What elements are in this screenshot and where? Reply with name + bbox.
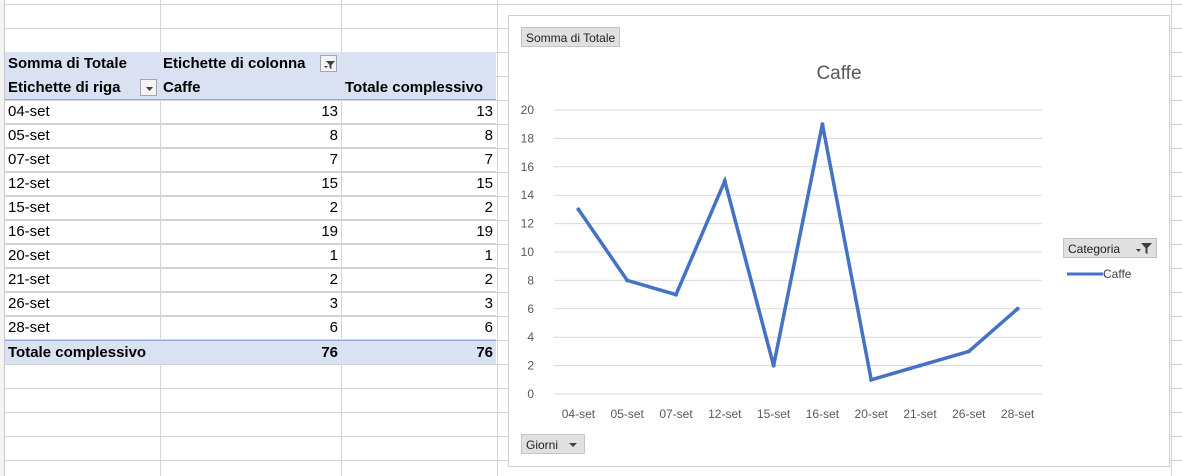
data-point[interactable] bbox=[869, 377, 874, 382]
caffe-value[interactable]: 3 bbox=[163, 292, 338, 316]
caffe-value[interactable]: 7 bbox=[163, 148, 338, 172]
pivot-subheader-row: Etichette di riga Caffe Totale complessi… bbox=[5, 76, 496, 100]
table-row[interactable]: 21-set 2 2 bbox=[5, 268, 496, 292]
table-row[interactable]: 07-set 7 7 bbox=[5, 148, 496, 172]
table-row[interactable]: 05-set 8 8 bbox=[5, 124, 496, 148]
chevron-down-icon bbox=[146, 87, 153, 91]
y-tick-label: 10 bbox=[521, 245, 535, 259]
y-tick-label: 14 bbox=[521, 188, 535, 202]
x-tick-label: 28-set bbox=[1001, 407, 1035, 421]
grand-total-label[interactable]: Totale complessivo bbox=[8, 341, 146, 365]
x-tick-label: 26-set bbox=[952, 407, 986, 421]
row-filter-button[interactable] bbox=[140, 79, 157, 96]
y-tick-label: 6 bbox=[527, 302, 534, 316]
table-row[interactable]: 26-set 3 3 bbox=[5, 292, 496, 316]
table-row[interactable]: 04-set 13 13 bbox=[5, 100, 496, 124]
x-tick-label: 05-set bbox=[611, 407, 645, 421]
legend-swatch bbox=[1067, 272, 1103, 276]
data-point[interactable] bbox=[625, 278, 630, 283]
x-tick-label: 15-set bbox=[757, 407, 791, 421]
axis-field-label: Giorni bbox=[526, 438, 559, 452]
y-tick-label: 4 bbox=[527, 330, 534, 344]
total-value[interactable]: 2 bbox=[345, 196, 493, 220]
data-point[interactable] bbox=[576, 207, 581, 212]
row-label[interactable]: 12-set bbox=[8, 172, 50, 196]
total-value[interactable]: 19 bbox=[345, 220, 493, 244]
measure-label[interactable]: Somma di Totale bbox=[8, 52, 127, 76]
y-tick-label: 0 bbox=[527, 387, 534, 401]
table-row[interactable]: 16-set 19 19 bbox=[5, 220, 496, 244]
x-tick-label: 16-set bbox=[806, 407, 840, 421]
column-header-caffe[interactable]: Caffe bbox=[163, 76, 201, 100]
row-label[interactable]: 05-set bbox=[8, 124, 50, 148]
row-label[interactable]: 20-set bbox=[8, 244, 50, 268]
legend-label-caffe[interactable]: Caffe bbox=[1103, 267, 1131, 281]
data-point[interactable] bbox=[674, 292, 678, 297]
data-point[interactable] bbox=[1015, 306, 1020, 311]
y-tick-label: 2 bbox=[527, 359, 534, 373]
total-value[interactable]: 6 bbox=[345, 316, 493, 340]
pivot-chart[interactable]: Somma di Totale Caffe 0 2 4 6 8 10 12 14 16 18 20 0… bbox=[508, 15, 1170, 467]
table-row[interactable]: 12-set 15 15 bbox=[5, 172, 496, 196]
table-row[interactable]: 20-set 1 1 bbox=[5, 244, 496, 268]
total-value[interactable]: 8 bbox=[345, 124, 493, 148]
row-label[interactable]: 07-set bbox=[8, 148, 50, 172]
column-labels-header[interactable]: Etichette di colonna bbox=[163, 52, 306, 76]
data-point[interactable] bbox=[918, 363, 922, 368]
axis-field-button[interactable]: Giorni bbox=[521, 434, 585, 454]
x-tick-label: 07-set bbox=[659, 407, 693, 421]
column-divider bbox=[1171, 0, 1172, 476]
table-row[interactable]: 15-set 2 2 bbox=[5, 196, 496, 220]
x-tick-label: 04-set bbox=[562, 407, 596, 421]
y-tick-label: 16 bbox=[521, 160, 535, 174]
x-tick-label: 20-set bbox=[855, 407, 889, 421]
caffe-value[interactable]: 13 bbox=[163, 100, 338, 124]
data-point[interactable] bbox=[966, 349, 971, 354]
grand-total-row[interactable]: Totale complessivo 76 76 bbox=[5, 340, 496, 364]
column-header-grand-total[interactable]: Totale complessivo bbox=[345, 76, 483, 100]
column-filter-button[interactable] bbox=[320, 55, 337, 72]
total-value[interactable]: 13 bbox=[345, 100, 493, 124]
x-tick-label: 21-set bbox=[903, 407, 937, 421]
filter-icon bbox=[1136, 243, 1152, 254]
pivot-header-row: Somma di Totale Etichette di colonna bbox=[5, 52, 496, 76]
total-value[interactable]: 1 bbox=[345, 244, 493, 268]
row-label[interactable]: 26-set bbox=[8, 292, 50, 316]
row-label[interactable]: 04-set bbox=[8, 100, 50, 124]
grand-total-caffe[interactable]: 76 bbox=[163, 341, 338, 365]
caffe-value[interactable]: 2 bbox=[163, 196, 338, 220]
grand-total-value[interactable]: 76 bbox=[345, 341, 493, 365]
caffe-value[interactable]: 1 bbox=[163, 244, 338, 268]
caffe-value[interactable]: 19 bbox=[163, 220, 338, 244]
row-label[interactable]: 21-set bbox=[8, 268, 50, 292]
pivot-table: Somma di Totale Etichette di colonna Eti… bbox=[5, 52, 496, 364]
x-tick-label: 12-set bbox=[708, 407, 742, 421]
total-value[interactable]: 15 bbox=[345, 172, 493, 196]
row-label[interactable]: 28-set bbox=[8, 316, 50, 340]
data-point[interactable] bbox=[722, 179, 727, 183]
caffe-value[interactable]: 2 bbox=[163, 268, 338, 292]
y-tick-label: 12 bbox=[521, 217, 535, 231]
chevron-down-icon bbox=[569, 443, 577, 447]
row-label[interactable]: 15-set bbox=[8, 196, 50, 220]
caffe-value[interactable]: 15 bbox=[163, 172, 338, 196]
column-divider bbox=[497, 0, 498, 476]
legend-field-label: Categoria bbox=[1068, 242, 1121, 256]
table-row[interactable]: 28-set 6 6 bbox=[5, 316, 496, 340]
y-tick-label: 8 bbox=[527, 273, 534, 287]
caffe-value[interactable]: 6 bbox=[163, 316, 338, 340]
total-value[interactable]: 3 bbox=[345, 292, 493, 316]
caffe-value[interactable]: 8 bbox=[163, 124, 338, 148]
data-point[interactable] bbox=[771, 363, 776, 368]
legend-field-button[interactable]: Categoria bbox=[1063, 238, 1157, 258]
filter-icon bbox=[324, 61, 335, 69]
y-tick-label: 18 bbox=[521, 131, 535, 145]
total-value[interactable]: 2 bbox=[345, 268, 493, 292]
y-tick-label: 20 bbox=[521, 103, 535, 117]
row-labels-header[interactable]: Etichette di riga bbox=[8, 76, 121, 100]
data-point[interactable] bbox=[820, 122, 825, 127]
total-value[interactable]: 7 bbox=[345, 148, 493, 172]
row-label[interactable]: 16-set bbox=[8, 220, 50, 244]
